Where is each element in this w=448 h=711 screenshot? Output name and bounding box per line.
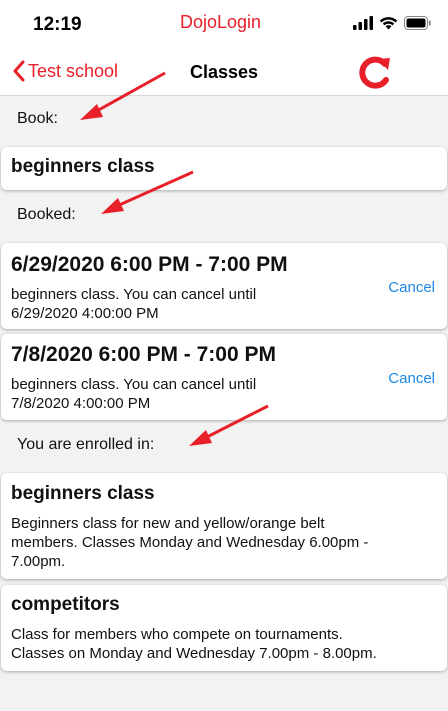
book-class-title: beginners class: [11, 156, 155, 177]
booked-class-description-line: 6/29/2020 4:00:00 PM: [11, 305, 159, 322]
booked-class-time: 7/8/2020 6:00 PM - 7:00 PM: [11, 343, 276, 366]
booked-class-card: 6/29/2020 6:00 PM - 7:00 PM beginners cl…: [1, 243, 447, 329]
status-icons: [353, 16, 432, 30]
enrolled-class-description: Beginners class for new and yellow/orang…: [11, 514, 368, 571]
navigation-bar: Test school Classes: [0, 50, 448, 96]
cancel-booking-button[interactable]: Cancel: [388, 370, 435, 387]
cancel-booking-button[interactable]: Cancel: [388, 279, 435, 296]
status-bar: 12:19 DojoLogin: [0, 0, 448, 50]
signal-icon: [353, 16, 373, 30]
booked-class-description-line: 7/8/2020 4:00:00 PM: [11, 395, 151, 412]
booked-class-description: beginners class. You can cancel until 7/…: [11, 375, 256, 413]
enrolled-class-description-line: Class for members who compete on tournam…: [11, 626, 343, 643]
enrolled-class-title: competitors: [11, 594, 120, 615]
enrolled-class-card: beginners class Beginners class for new …: [1, 473, 447, 579]
wifi-icon: [379, 17, 398, 30]
enrolled-class-title: beginners class: [11, 483, 155, 504]
enrolled-class-description: Class for members who compete on tournam…: [11, 625, 377, 663]
enrolled-class-description-line: Beginners class for new and yellow/orang…: [11, 515, 325, 532]
booked-class-description-line: beginners class. You can cancel until: [11, 286, 257, 303]
enrolled-class-description-line: Classes on Monday and Wednesday 7.00pm -…: [11, 645, 377, 662]
booked-class-description-line: beginners class. You can cancel until: [11, 376, 257, 393]
status-time: 12:19: [33, 14, 82, 35]
refresh-icon[interactable]: [355, 55, 393, 91]
battery-icon: [404, 16, 431, 30]
book-class-card[interactable]: beginners class: [1, 147, 447, 190]
enrolled-class-description-line: 7.00pm.: [11, 553, 66, 570]
book-section-label: Book:: [17, 110, 58, 127]
enrolled-class-card: competitors Class for members who compet…: [1, 585, 447, 671]
app-name-annotation: DojoLogin: [180, 12, 262, 32]
booked-class-time: 6/29/2020 6:00 PM - 7:00 PM: [11, 253, 288, 276]
booked-class-card: 7/8/2020 6:00 PM - 7:00 PM beginners cla…: [1, 334, 447, 420]
enrolled-section-label: You are enrolled in:: [17, 436, 155, 453]
booked-class-description: beginners class. You can cancel until 6/…: [11, 285, 256, 323]
enrolled-class-description-line: members. Classes Monday and Wednesday 6.…: [11, 534, 369, 551]
booked-section-label: Booked:: [17, 206, 76, 223]
